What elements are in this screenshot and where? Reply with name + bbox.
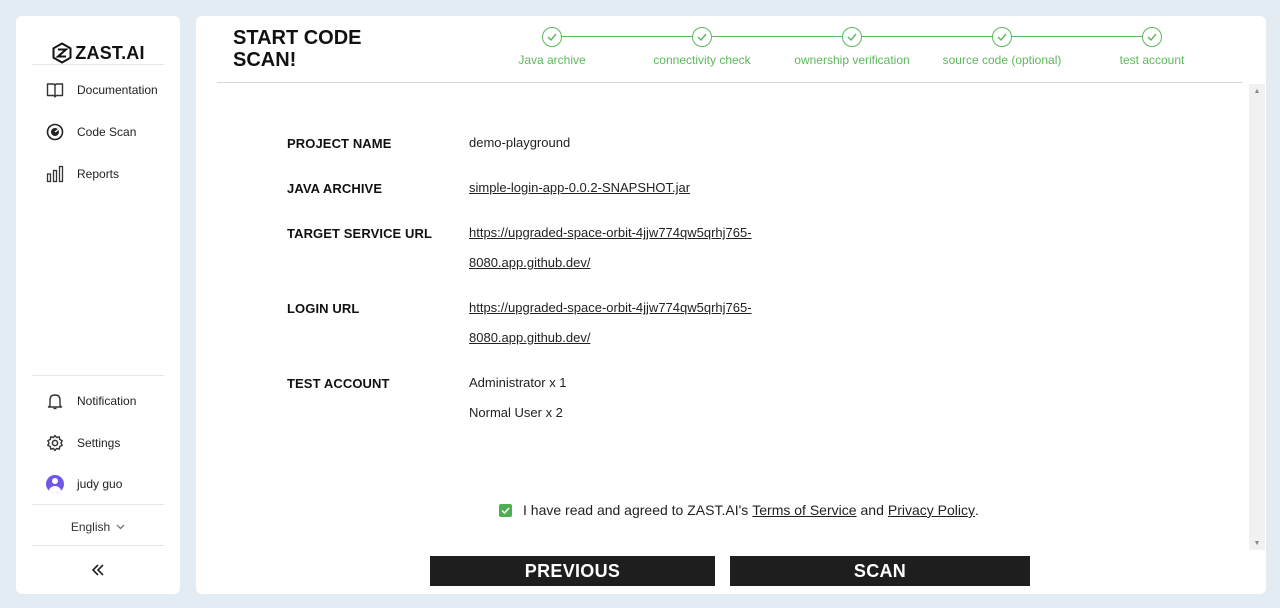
target-url-link-line1[interactable]: https://upgraded-space-orbit-4jjw774qw5q…: [469, 225, 752, 240]
checkmark-icon: [501, 506, 510, 514]
sidebar-item-label: Reports: [77, 167, 120, 181]
step-label: connectivity check: [653, 53, 751, 67]
step-check-icon: [992, 27, 1012, 47]
sidebar-item-label: Notification: [77, 394, 137, 408]
step-test-account: test account: [1082, 27, 1222, 67]
step-label: Java archive: [518, 53, 586, 67]
agreement-checkbox[interactable]: [499, 503, 512, 517]
vertical-scrollbar[interactable]: ▲ ▼: [1249, 84, 1265, 550]
step-connectivity-check: connectivity check: [632, 27, 772, 67]
scroll-down-arrow-icon[interactable]: ▼: [1249, 536, 1265, 550]
sidebar: ZAST.AI Documentation Code Scan Reports …: [16, 16, 180, 594]
step-ownership-verification: ownership verification: [782, 27, 922, 67]
java-archive-label: JAVA ARCHIVE: [287, 181, 383, 196]
page-title: START CODE SCAN!: [233, 27, 362, 71]
terms-of-service-link[interactable]: Terms of Service: [752, 502, 856, 518]
java-archive-link[interactable]: simple-login-app-0.0.2-SNAPSHOT.jar: [469, 180, 690, 195]
scan-icon: [46, 123, 64, 141]
project-name-label: PROJECT NAME: [287, 136, 392, 151]
test-account-label: TEST ACCOUNT: [287, 376, 390, 391]
gear-icon: [47, 434, 63, 452]
login-url-link-line1[interactable]: https://upgraded-space-orbit-4jjw774qw5q…: [469, 300, 752, 315]
sidebar-item-user[interactable]: judy guo: [46, 474, 122, 494]
step-check-icon: [542, 27, 562, 47]
test-account-admin: Administrator x 1: [469, 375, 567, 390]
agreement-row: I have read and agreed to ZAST.AI's Term…: [499, 502, 979, 518]
step-label: ownership verification: [794, 53, 910, 67]
brand-logo[interactable]: ZAST.AI: [16, 42, 180, 64]
privacy-policy-link[interactable]: Privacy Policy: [888, 502, 975, 518]
sidebar-divider: [32, 64, 164, 65]
zast-logo-icon: [52, 42, 72, 64]
step-source-code: source code (optional): [932, 27, 1072, 67]
sidebar-item-documentation[interactable]: Documentation: [46, 80, 158, 100]
java-archive-value: simple-login-app-0.0.2-SNAPSHOT.jar: [469, 173, 769, 203]
agreement-and: and: [860, 502, 884, 518]
login-url-value: https://upgraded-space-orbit-4jjw774qw5q…: [469, 293, 769, 353]
sidebar-item-label: Settings: [77, 436, 121, 450]
step-java-archive: Java archive: [482, 27, 622, 67]
double-chevron-left-icon: [91, 564, 104, 576]
scroll-up-arrow-icon[interactable]: ▲: [1249, 84, 1265, 98]
previous-button[interactable]: PREVIOUS: [430, 556, 715, 586]
step-label: test account: [1119, 53, 1185, 67]
chevron-down-icon: [116, 524, 125, 530]
sidebar-item-label: Code Scan: [77, 125, 137, 139]
test-account-normal: Normal User x 2: [469, 405, 563, 420]
test-account-value: Administrator x 1 Normal User x 2: [469, 368, 769, 428]
agreement-period: .: [975, 502, 979, 518]
main-panel: START CODE SCAN! Java archive connectivi…: [196, 16, 1266, 594]
target-url-value: https://upgraded-space-orbit-4jjw774qw5q…: [469, 218, 769, 278]
bar-chart-icon: [46, 165, 64, 183]
book-icon: [46, 83, 64, 98]
language-select[interactable]: English: [16, 520, 180, 534]
sidebar-divider: [32, 504, 164, 505]
collapse-sidebar-button[interactable]: [88, 560, 108, 580]
sidebar-item-reports[interactable]: Reports: [46, 164, 119, 184]
sidebar-divider: [32, 375, 164, 376]
target-url-link-line2[interactable]: 8080.app.github.dev/: [469, 255, 590, 270]
agreement-text: I have read and agreed to ZAST.AI's: [523, 502, 749, 518]
scan-button[interactable]: SCAN: [730, 556, 1030, 586]
sidebar-item-code-scan[interactable]: Code Scan: [46, 122, 136, 142]
sidebar-divider: [32, 545, 164, 546]
avatar: [46, 475, 64, 493]
step-check-icon: [692, 27, 712, 47]
target-url-label: TARGET SERVICE URL: [287, 226, 433, 241]
user-name: judy guo: [77, 477, 123, 491]
sidebar-item-label: Documentation: [77, 83, 158, 97]
logo-text: ZAST.AI: [75, 42, 145, 63]
sidebar-item-notification[interactable]: Notification: [46, 391, 136, 411]
project-name-value: demo-playground: [469, 135, 571, 150]
step-check-icon: [1142, 27, 1162, 47]
bell-icon: [47, 394, 63, 410]
language-label: English: [70, 520, 111, 534]
login-url-link-line2[interactable]: 8080.app.github.dev/: [469, 330, 590, 345]
login-url-label: LOGIN URL: [287, 301, 360, 316]
header-divider: [217, 82, 1243, 83]
step-check-icon: [842, 27, 862, 47]
sidebar-item-settings[interactable]: Settings: [46, 433, 120, 453]
step-label: source code (optional): [942, 53, 1062, 67]
